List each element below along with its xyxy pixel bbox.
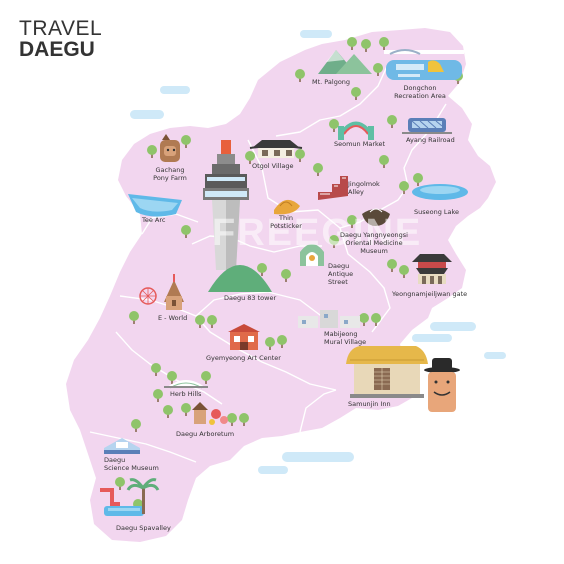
label-spavalley: Daegu Spavalley	[116, 524, 171, 532]
label-83-tower: Daegu 83 tower	[224, 294, 277, 302]
watermark: FREEGINE	[212, 482, 423, 524]
title-block: TRAVEL DAEGU	[19, 18, 102, 61]
label-mabijeong: Mabijeong Mural Village	[324, 330, 367, 346]
label-ayang-railroad: Ayang Railroad	[406, 136, 455, 144]
daegu-map	[66, 28, 506, 542]
suseong-lake-icon	[412, 184, 468, 200]
cloud	[300, 30, 332, 38]
title-line-2: DAEGU	[19, 38, 95, 61]
label-arboretum: Daegu Arboretum	[176, 430, 235, 438]
label-suseong-lake: Suseong Lake	[414, 208, 460, 216]
label-mt-palgong: Mt. Palgong	[312, 78, 351, 86]
label-yangnyeongsi: Daegu Yangnyeongsi Oriental Medicine Mus…	[340, 231, 408, 255]
label-seomun-market: Seomun Market	[334, 140, 386, 148]
title-line-1: TRAVEL	[19, 17, 103, 40]
label-dongchon: Dongchon Recreation Area	[394, 84, 446, 100]
label-otgol: Otgol Village	[252, 162, 294, 170]
label-thin-potsticker: Thin Potsticker	[270, 214, 302, 230]
label-gyemyeong: Gyemyeong Art Center	[206, 354, 281, 362]
label-herb-hills: Herb Hills	[170, 390, 202, 398]
label-jingolmok: Jingolmok Alley	[348, 180, 380, 196]
yeongnam-gate-icon	[412, 254, 452, 284]
label-yeongnam: Yeongnamjeiljwan gate	[392, 290, 468, 298]
label-samunjin: Samunjin Inn	[348, 400, 391, 408]
label-science-museum: Daegu Science Museum	[104, 456, 159, 472]
label-e-world: E - World	[158, 314, 188, 322]
label-tee-arc: Tee Arc	[142, 216, 166, 224]
label-antique-street: Daegu Antique Street	[328, 262, 354, 286]
label-gachang: Gachang Pony Farm	[153, 166, 187, 182]
